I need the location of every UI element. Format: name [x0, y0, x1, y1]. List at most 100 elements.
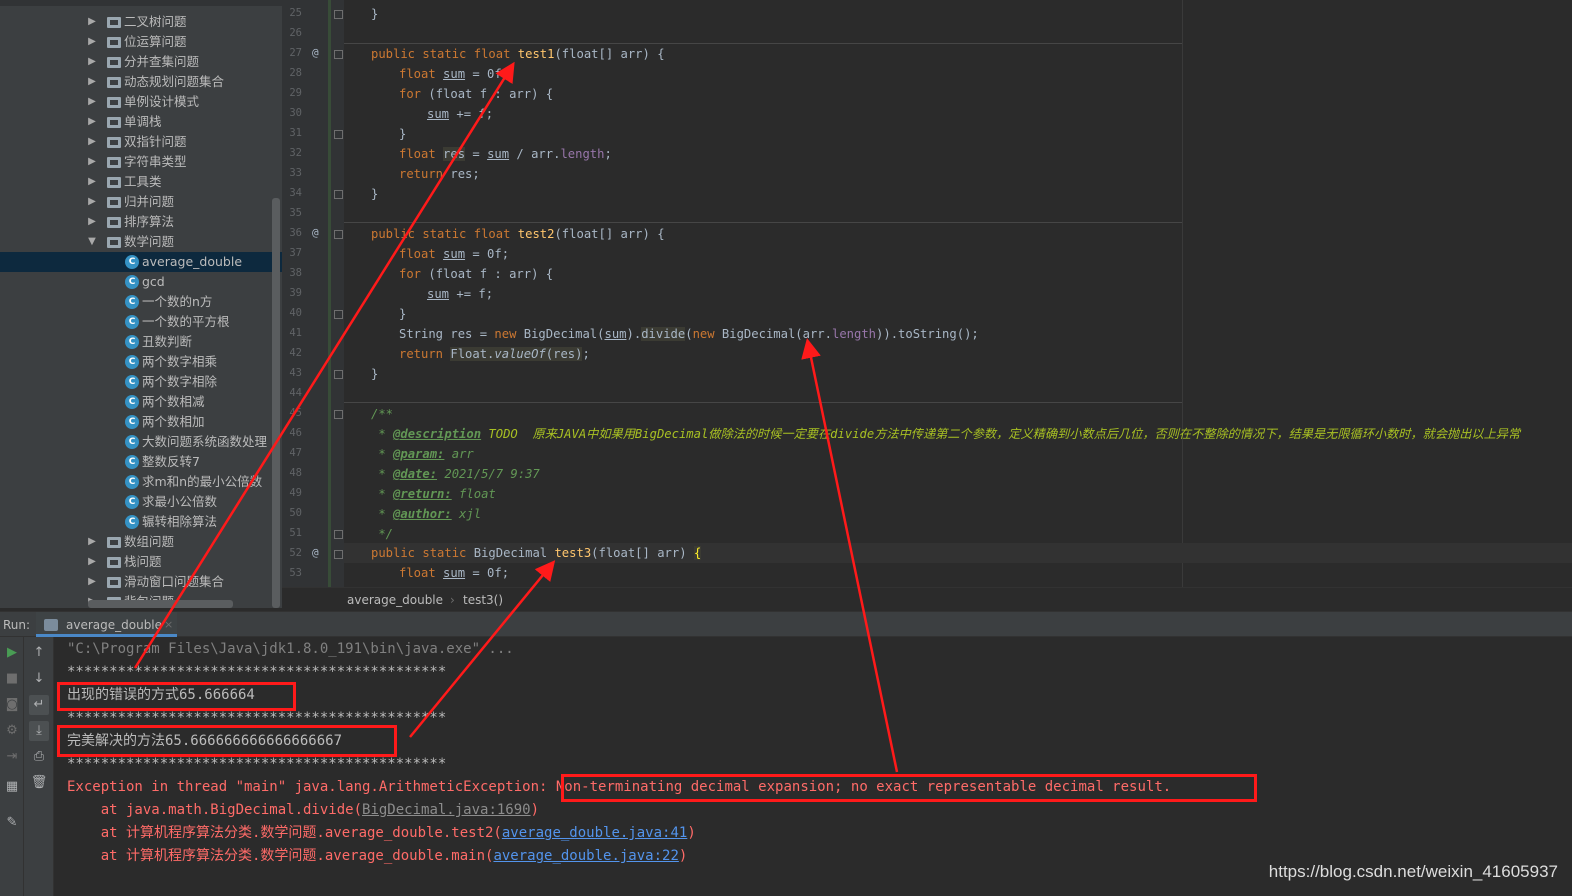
tree-class-label: 两个数相减 — [142, 394, 205, 409]
tree-folder-row[interactable]: ▶ 工具类 — [0, 172, 282, 192]
fold-marker-icon[interactable] — [334, 310, 343, 319]
close-icon[interactable]: × — [164, 612, 173, 638]
line-number: 32 — [289, 147, 302, 159]
tree-class-row[interactable]: C 两个数字相乘 — [0, 352, 282, 372]
breadcrumb-method[interactable]: test3() — [463, 588, 503, 612]
tree-class-row[interactable]: C 两个数相加 — [0, 412, 282, 432]
chevron-right-icon[interactable]: ▶ — [86, 212, 98, 232]
tree-class-row[interactable]: C 两个数相减 — [0, 392, 282, 412]
code-line-46: * @description TODO 原来JAVA中如果用BigDecimal… — [371, 424, 1520, 444]
fold-marker-icon[interactable] — [334, 190, 343, 199]
layout-icon[interactable]: ▦ — [2, 777, 22, 797]
code-token: float — [473, 47, 511, 61]
tree-folder-row[interactable]: ▶ 字符串类型 — [0, 152, 282, 172]
chevron-right-icon[interactable]: ▶ — [86, 112, 98, 132]
tree-folder-row[interactable]: ▶ 动态规划问题集合 — [0, 72, 282, 92]
exit-icon[interactable]: ⇥ — [2, 747, 22, 767]
rerun-icon[interactable]: ▶ — [2, 643, 22, 663]
tree-folder-row[interactable]: ▶ 栈问题 — [0, 552, 282, 572]
line-number: 38 — [289, 267, 302, 279]
fold-marker-icon[interactable] — [334, 130, 343, 139]
code-token: valueOf — [494, 347, 546, 361]
fold-marker-icon[interactable] — [334, 530, 343, 539]
java-class-icon: C — [125, 355, 139, 369]
chevron-right-icon[interactable]: ▶ — [86, 132, 98, 152]
line-number: 30 — [289, 107, 302, 119]
tree-folder-row[interactable]: ▶ 分并查集问题 — [0, 52, 282, 72]
tree-class-row[interactable]: C 整数反转7 — [0, 452, 282, 472]
up-arrow-icon[interactable]: ↑ — [29, 643, 49, 663]
tree-folder-row[interactable]: ▶ 归并问题 — [0, 192, 282, 212]
tree-class-label: 两个数字相乘 — [142, 354, 218, 369]
stack-frame-text: ) — [678, 848, 688, 864]
chevron-right-icon[interactable]: ▶ — [86, 552, 98, 572]
stack-frame-link[interactable]: average_double.java:22 — [493, 848, 678, 864]
tree-folder-row[interactable]: ▶ 单调栈 — [0, 112, 282, 132]
tree-folder-row[interactable]: ▶ 双指针问题 — [0, 132, 282, 152]
code-token: res; — [443, 167, 480, 181]
scroll-to-end-icon[interactable]: ⤓ — [29, 721, 49, 741]
tree-horizontal-scrollbar[interactable] — [88, 600, 233, 608]
tree-folder-row[interactable]: ▶ 数组问题 — [0, 532, 282, 552]
code-editor[interactable]: 25 26 27 @28 29 30 31 32 33 34 35 36 @37 38 39 40 41 42 43… — [282, 0, 1572, 587]
code-token: BigDecimal( — [516, 327, 605, 341]
settings-icon[interactable]: ⚙ — [2, 721, 22, 741]
code-token: return — [399, 167, 444, 181]
run-toolbar-primary: ▶ ■ ◙ ⚙ ⇥ ▦ ✎ — [0, 637, 24, 896]
fold-marker-icon[interactable] — [334, 50, 343, 59]
breadcrumb-class[interactable]: average_double — [347, 588, 443, 612]
tree-folder-row[interactable]: ▶ 单例设计模式 — [0, 92, 282, 112]
fold-marker-icon[interactable] — [334, 550, 343, 559]
trash-icon[interactable]: 🗑 — [29, 773, 49, 793]
tree-class-row[interactable]: Caverage_double — [0, 252, 282, 272]
run-tab-average-double[interactable]: average_double × — [36, 612, 177, 637]
chevron-right-icon[interactable]: ▶ — [86, 72, 98, 92]
fold-marker-icon[interactable] — [334, 410, 343, 419]
line-number: 41 — [289, 327, 302, 339]
stack-frame-link[interactable]: average_double.java:41 — [502, 825, 687, 841]
chevron-right-icon[interactable]: ▶ — [86, 172, 98, 192]
tree-folder-row[interactable]: ▶ 二叉树问题 — [0, 12, 282, 32]
fold-marker-icon[interactable] — [334, 370, 343, 379]
override-marker-icon[interactable]: @ — [312, 46, 319, 59]
method-separator — [344, 222, 1182, 223]
fold-marker-icon[interactable] — [334, 230, 343, 239]
down-arrow-icon[interactable]: ↓ — [29, 669, 49, 689]
override-marker-icon[interactable]: @ — [312, 226, 319, 239]
tree-class-row[interactable]: C 丑数判断 — [0, 332, 282, 352]
chevron-down-icon[interactable]: ▼ — [86, 232, 98, 252]
tree-class-row[interactable]: Cgcd — [0, 272, 282, 292]
tree-folder-row[interactable]: ▼ 数学问题 — [0, 232, 282, 252]
chevron-right-icon[interactable]: ▶ — [86, 572, 98, 592]
soft-wrap-icon[interactable]: ↵ — [29, 695, 49, 715]
print-icon[interactable]: ⎙ — [29, 747, 49, 767]
stack-frame-link[interactable]: BigDecimal.java:1690 — [362, 802, 531, 818]
run-config-icon — [44, 619, 58, 631]
camera-icon[interactable]: ◙ — [2, 695, 22, 715]
stop-icon[interactable]: ■ — [2, 669, 22, 689]
chevron-right-icon[interactable]: ▶ — [86, 52, 98, 72]
tree-class-label: 两个数相加 — [142, 414, 205, 429]
chevron-right-icon[interactable]: ▶ — [86, 92, 98, 112]
tree-class-row[interactable]: C 一个数的平方根 — [0, 312, 282, 332]
fold-marker-icon[interactable] — [334, 10, 343, 19]
tree-class-row[interactable]: C 一个数的n方 — [0, 292, 282, 312]
tree-folder-row[interactable]: ▶ 排序算法 — [0, 212, 282, 232]
tree-class-row[interactable]: C 大数问题系统函数处理 — [0, 432, 282, 452]
tree-folder-row[interactable]: ▶ 滑动窗口问题集合 — [0, 572, 282, 592]
code-token: (); — [956, 327, 979, 341]
chevron-right-icon[interactable]: ▶ — [86, 152, 98, 172]
pin-icon[interactable]: ✎ — [2, 813, 22, 833]
run-console[interactable]: "C:\Program Files\Java\jdk1.8.0_191\bin\… — [54, 637, 1572, 896]
override-marker-icon[interactable]: @ — [312, 546, 319, 559]
chevron-right-icon[interactable]: ▶ — [86, 12, 98, 32]
chevron-right-icon[interactable]: ▶ — [86, 32, 98, 52]
tree-folder-row[interactable]: ▶ 位运算问题 — [0, 32, 282, 52]
tree-vertical-scrollbar[interactable] — [272, 198, 280, 608]
tree-class-row[interactable]: C 求m和n的最小公倍数 — [0, 472, 282, 492]
tree-class-row[interactable]: C 求最小公倍数 — [0, 492, 282, 512]
tree-class-row[interactable]: C 辗转相除算法 — [0, 512, 282, 532]
tree-class-row[interactable]: C 两个数字相除 — [0, 372, 282, 392]
chevron-right-icon[interactable]: ▶ — [86, 532, 98, 552]
chevron-right-icon[interactable]: ▶ — [86, 192, 98, 212]
